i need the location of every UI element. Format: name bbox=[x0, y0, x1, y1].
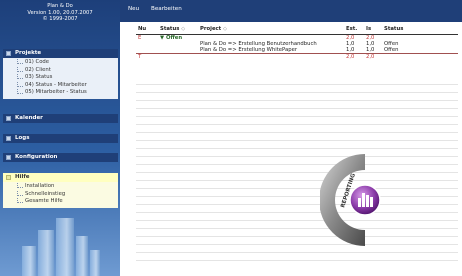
city-skyline-decoration bbox=[18, 212, 102, 276]
panel-projekte: Projekte 01) Code 02) Client 03) Status … bbox=[3, 49, 118, 99]
cell-is: 1,0 bbox=[364, 47, 382, 55]
group-est: 2,0 bbox=[346, 34, 355, 41]
expand-toggle-icon[interactable] bbox=[6, 136, 11, 141]
group-marker: E bbox=[138, 34, 142, 41]
collapse-toggle-icon[interactable] bbox=[6, 51, 11, 56]
empty-grid-lines bbox=[136, 77, 458, 267]
panel-kalender: Kalender bbox=[3, 114, 118, 123]
sort-icon[interactable]: ◇ bbox=[181, 26, 185, 32]
total-row: T 2,0 2,0 bbox=[136, 54, 458, 61]
collapse-toggle-icon[interactable] bbox=[6, 175, 11, 180]
total-est: 2,0 bbox=[346, 54, 355, 61]
group-is: 2,0 bbox=[366, 34, 375, 41]
sidebar-item-status[interactable]: 03) Status bbox=[17, 74, 118, 82]
column-header-project[interactable]: Project ◇ bbox=[198, 24, 344, 35]
panel-header-hilfe[interactable]: Hilfe bbox=[3, 173, 118, 182]
cell-est: 1,0 bbox=[344, 47, 364, 55]
column-header-nu[interactable]: Nu bbox=[136, 24, 158, 35]
panel-hilfe: Hilfe Installation Schnelleinstieg Gesam… bbox=[3, 173, 118, 208]
total-marker: T bbox=[138, 54, 142, 61]
column-header-est[interactable]: Est. bbox=[344, 24, 364, 35]
menu-bearbeiten[interactable]: Bearbeiten bbox=[151, 6, 182, 12]
panel-konfiguration: Konfiguration bbox=[3, 153, 118, 162]
expand-toggle-icon[interactable] bbox=[6, 116, 11, 121]
cell-is: 1,0 bbox=[366, 40, 375, 47]
sidebar-item-status-mitarbeiter[interactable]: 04) Status - Mitarbeiter bbox=[17, 81, 118, 90]
cell-est: 1,0 bbox=[346, 40, 355, 47]
sidebar-item-code[interactable]: 01) Code bbox=[17, 59, 118, 67]
expand-toggle-icon[interactable] bbox=[6, 155, 11, 160]
table-row[interactable]: Plan & Do => Erstellung WhitePaper 1,0 1… bbox=[136, 47, 458, 55]
app-copyright: © 1999-2007 bbox=[42, 16, 78, 22]
sidebar-item-mitarbeiter-status[interactable]: 05) Mitarbeiter - Status bbox=[17, 89, 118, 97]
panel-header-logs[interactable]: Logs bbox=[3, 134, 118, 143]
group-label[interactable]: ▼ Offen bbox=[158, 34, 198, 41]
panel-header-projekte[interactable]: Projekte bbox=[3, 49, 118, 58]
column-header-status2[interactable]: Status bbox=[382, 24, 458, 35]
column-header-status[interactable]: Status ◇ bbox=[158, 24, 198, 35]
panel-logs: Logs bbox=[3, 134, 118, 143]
main-panel: Neu Bearbeiten Nu Status ◇ Project ◇ Est… bbox=[120, 0, 462, 276]
sidebar-item-client[interactable]: 02) Client bbox=[17, 66, 118, 75]
sidebar-item-gesamte-hilfe[interactable]: Gesamte Hilfe bbox=[17, 198, 118, 206]
project-table: Nu Status ◇ Project ◇ Est. Is Status E ▼… bbox=[136, 24, 458, 60]
cell-status: Offen bbox=[382, 47, 458, 55]
cell-project[interactable]: Plan & Do => Erstellung Benutzerhandbuch bbox=[198, 41, 344, 48]
reporting-logo: REPORTING bbox=[319, 150, 382, 250]
sidebar-item-installation[interactable]: Installation bbox=[17, 183, 118, 191]
sort-icon[interactable]: ◇ bbox=[223, 26, 227, 32]
table-row[interactable]: Plan & Do => Erstellung Benutzerhandbuch… bbox=[136, 41, 458, 48]
panel-header-konfiguration[interactable]: Konfiguration bbox=[3, 153, 118, 162]
expand-arrow-icon[interactable]: ▼ bbox=[160, 35, 164, 41]
brand-block: Plan & Do Version 1.00, 20.07.2007 © 199… bbox=[0, 0, 120, 23]
column-header-is[interactable]: Is bbox=[364, 24, 382, 35]
menu-bar: Neu Bearbeiten bbox=[120, 0, 462, 22]
panel-header-kalender[interactable]: Kalender bbox=[3, 114, 118, 123]
sidebar: Plan & Do Version 1.00, 20.07.2007 © 199… bbox=[0, 0, 120, 276]
menu-neu[interactable]: Neu bbox=[128, 6, 139, 12]
cell-project[interactable]: Plan & Do => Erstellung WhitePaper bbox=[198, 47, 344, 55]
total-is: 2,0 bbox=[366, 54, 375, 61]
table-header-row: Nu Status ◇ Project ◇ Est. Is Status bbox=[136, 24, 458, 35]
group-row-offen[interactable]: E ▼ Offen 2,0 2,0 bbox=[136, 34, 458, 41]
cell-status: Offen bbox=[384, 40, 399, 47]
sidebar-item-schnelleinstieg[interactable]: Schnelleinstieg bbox=[17, 190, 118, 199]
